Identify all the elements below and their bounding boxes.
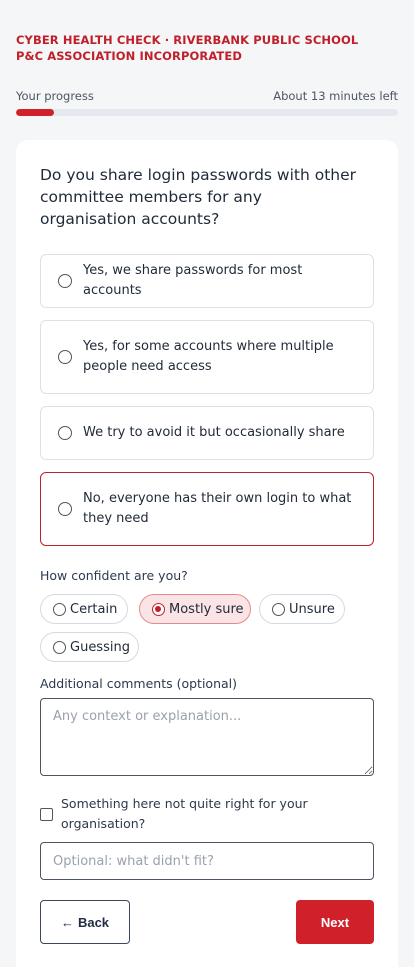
not-fit-checkbox[interactable] <box>40 808 53 821</box>
confidence-option-label: Certain <box>70 601 118 617</box>
not-fit-input[interactable] <box>40 842 374 880</box>
progress-row: Your progress About 13 minutes left <box>16 89 398 103</box>
progress-label: Your progress <box>16 89 94 103</box>
arrow-left-icon: ← <box>60 914 74 930</box>
answer-option-share-most[interactable]: Yes, we share passwords for most account… <box>40 254 374 308</box>
confidence-mostly-sure[interactable]: Mostly sure <box>139 594 251 624</box>
radio-icon[interactable] <box>58 502 72 516</box>
radio-icon[interactable] <box>58 350 72 364</box>
radio-icon[interactable] <box>272 602 285 616</box>
answer-option-avoid[interactable]: We try to avoid it but occasionally shar… <box>40 406 374 460</box>
radio-icon[interactable] <box>53 640 66 654</box>
confidence-option-label: Guessing <box>70 639 130 655</box>
answer-option-label: No, everyone has their own login to what… <box>83 491 352 526</box>
next-button[interactable]: Next <box>296 900 374 944</box>
not-fit-label: Something here not quite right for your … <box>61 796 308 831</box>
confidence-guessing[interactable]: Guessing <box>40 632 139 662</box>
comments-input[interactable] <box>40 698 374 776</box>
confidence-label: How confident are you? <box>40 568 188 583</box>
radio-icon[interactable] <box>58 426 72 440</box>
radio-icon[interactable] <box>53 602 66 616</box>
page-title: CYBER HEALTH CHECK · RIVERBANK PUBLIC SC… <box>16 33 359 63</box>
back-button[interactable]: ← Back <box>40 900 130 944</box>
progress-bar <box>16 109 398 116</box>
radio-icon[interactable] <box>58 274 72 288</box>
radio-selected-icon[interactable] <box>152 602 165 616</box>
confidence-certain[interactable]: Certain <box>40 594 128 624</box>
confidence-unsure[interactable]: Unsure <box>259 594 345 624</box>
answer-option-label: Yes, for some accounts where multiple pe… <box>83 339 334 374</box>
confidence-option-label: Mostly sure <box>169 601 244 617</box>
next-button-label: Next <box>320 914 350 930</box>
answer-option-own-login[interactable]: No, everyone has their own login to what… <box>40 472 374 546</box>
progress-fill <box>16 109 55 116</box>
time-left: About 13 minutes left <box>273 89 398 103</box>
answer-option-share-some[interactable]: Yes, for some accounts where multiple pe… <box>40 320 374 394</box>
confidence-option-label: Unsure <box>289 601 335 617</box>
back-button-label: Back <box>77 914 110 930</box>
comments-label: Additional comments (optional) <box>40 676 238 691</box>
answer-option-label: Yes, we share passwords for most account… <box>83 263 303 298</box>
question-text: Do you share login passwords with other … <box>40 166 357 228</box>
answer-option-label: We try to avoid it but occasionally shar… <box>83 425 345 440</box>
